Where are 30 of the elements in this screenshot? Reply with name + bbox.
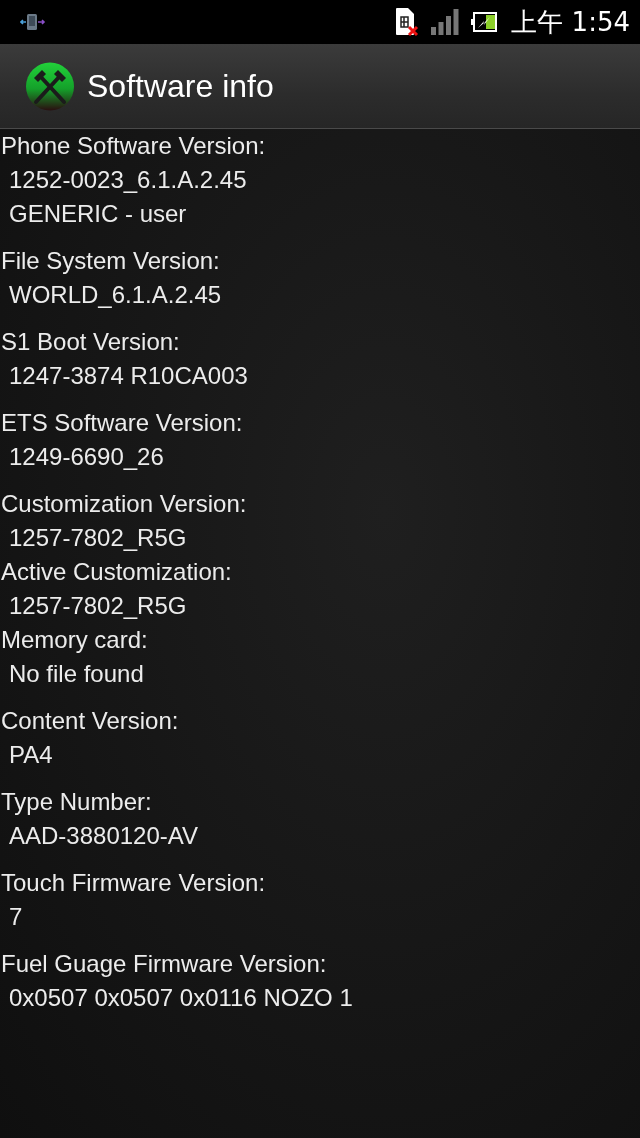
no-sim-icon [395,7,420,37]
info-label: Type Number: [0,787,152,817]
info-value: 1247-3874 R10CA003 [8,361,248,391]
info-label: Content Version: [0,706,179,736]
info-value: No file found [8,659,144,689]
info-label: File System Version: [0,246,220,276]
crossed-hammers-icon [26,61,74,111]
info-value: 1249-6690_26 [8,442,164,472]
device-arrow-icon [20,13,46,31]
app-title: Software info [87,70,274,102]
info-label: Active Customization: [0,557,232,587]
battery-charging-icon [471,12,498,32]
signal-icon [431,9,460,35]
info-value: WORLD_6.1.A.2.45 [8,280,222,310]
info-value: GENERIC - user [8,199,187,229]
info-label: Fuel Guage Firmware Version: [0,949,327,979]
info-value: 1252-0023_6.1.A.2.45 [8,165,247,195]
info-label: ETS Software Version: [0,408,243,438]
info-label: Memory card: [0,625,148,655]
info-label: Customization Version: [0,489,247,519]
info-value: PA4 [8,740,53,770]
info-value: 1257-7802_R5G [8,591,187,621]
info-value: AAD-3880120-AV [8,821,198,851]
info-label: Touch Firmware Version: [0,868,266,898]
info-label: Phone Software Version: [0,131,266,161]
info-value: 0x0507 0x0507 0x0116 NOZO 1 [8,983,353,1013]
info-label: S1 Boot Version: [0,327,180,357]
status-time: 上午 1:54 [511,9,630,35]
info-value: 1257-7802_R5G [8,523,187,553]
info-value: 7 [8,902,23,932]
